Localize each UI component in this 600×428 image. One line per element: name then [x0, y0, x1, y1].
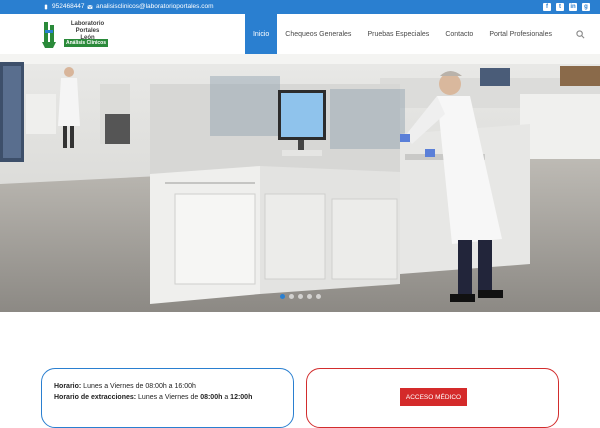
slider-dots — [280, 294, 321, 299]
slider-dot-5[interactable] — [316, 294, 321, 299]
nav-pruebas-especiales[interactable]: Pruebas Especiales — [359, 14, 437, 54]
nav-chequeos-generales[interactable]: Chequeos Generales — [277, 14, 359, 54]
search-button[interactable] — [560, 14, 600, 54]
schedule-line: Horario: Lunes a Viernes de 08:00h a 16:… — [54, 381, 281, 392]
nav-portal-profesionales[interactable]: Portal Profesionales — [481, 14, 560, 54]
slider-dot-1[interactable] — [280, 294, 285, 299]
medical-access-button[interactable]: ACCESO MÉDICO — [400, 388, 467, 406]
slider-dot-3[interactable] — [298, 294, 303, 299]
email-contact[interactable]: analisisclinicos@laboratorioportales.com — [87, 3, 214, 10]
search-icon — [575, 29, 584, 38]
schedule-value: Lunes a Viernes de 08:00h a 16:00h — [81, 383, 196, 390]
twitter-icon[interactable]: t — [556, 3, 564, 11]
site-header: Laboratorio Portales León Análisis Clíni… — [0, 14, 600, 54]
top-contact-bar: 952468447 analisisclinicos@laboratoriopo… — [0, 0, 600, 14]
medical-access-box: ACCESO MÉDICO — [306, 368, 559, 428]
nav-inicio[interactable]: Inicio — [244, 14, 278, 54]
logo-subtitle: Análisis Clínicos — [64, 39, 109, 47]
facebook-icon[interactable]: f — [543, 3, 551, 11]
slider-dot-2[interactable] — [289, 294, 294, 299]
nav-contacto[interactable]: Contacto — [437, 14, 481, 54]
hero-slider — [0, 54, 600, 312]
google-plus-icon[interactable]: g — [582, 3, 590, 11]
phone-number: 952468447 — [52, 3, 85, 10]
phone-contact[interactable]: 952468447 — [43, 3, 85, 10]
social-links: f t in g — [543, 3, 590, 11]
envelope-icon — [87, 4, 93, 9]
email-address: analisisclinicos@laboratorioportales.com — [96, 3, 214, 10]
phone-icon — [44, 4, 48, 9]
hero-lab-image — [0, 54, 600, 312]
site-logo[interactable]: Laboratorio Portales León Análisis Clíni… — [41, 20, 116, 50]
main-nav: Inicio Chequeos Generales Pruebas Especi… — [244, 14, 600, 54]
logo-line-1: Laboratorio Portales — [70, 21, 105, 34]
schedule-box: Horario: Lunes a Viernes de 08:00h a 16:… — [41, 368, 294, 428]
extraction-schedule-line: Horario de extracciones: Lunes a Viernes… — [54, 392, 281, 403]
schedule-label: Horario: — [54, 383, 82, 390]
slider-dot-4[interactable] — [307, 294, 312, 299]
linkedin-icon[interactable]: in — [569, 3, 577, 11]
